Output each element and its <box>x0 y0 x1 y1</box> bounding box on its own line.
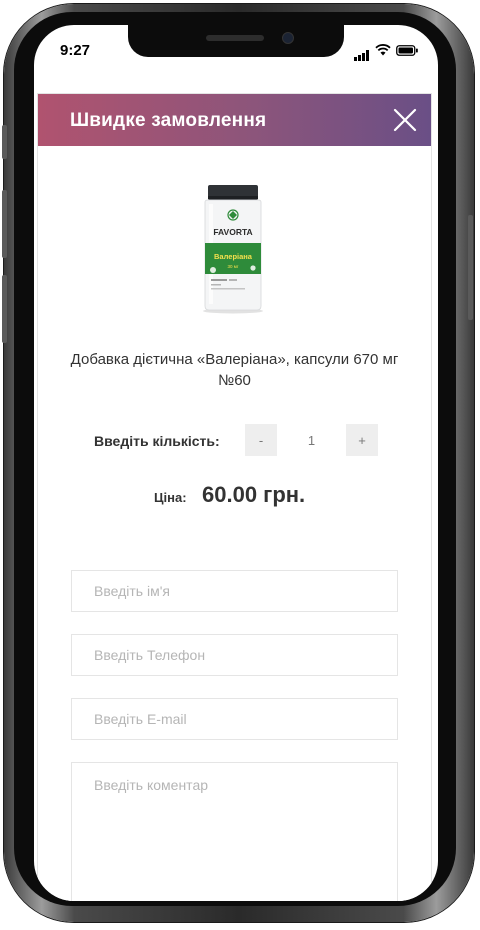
price-label: Ціна: <box>154 490 187 505</box>
status-icons <box>354 43 418 61</box>
phone-notch <box>128 25 344 57</box>
email-field[interactable] <box>71 698 398 740</box>
product-name: Добавка дієтична «Валеріана», капсули 67… <box>70 351 399 389</box>
modal-header: Швидке замовлення <box>38 94 431 146</box>
volume-up-button <box>2 190 7 258</box>
product-image-sublabel: 30 мг <box>228 264 239 269</box>
wifi-icon <box>375 43 391 61</box>
product-image: FAVORTA Валеріана 30 мг <box>199 184 267 314</box>
volume-down-button <box>2 275 7 343</box>
power-button <box>468 215 473 320</box>
earpiece-speaker <box>206 35 264 41</box>
product-image-brand: FAVORTA <box>213 227 252 237</box>
phone-field[interactable] <box>71 634 398 676</box>
phone-screen: 9:27 Швидке замовлення FAVORTA Валеріана… <box>34 25 438 901</box>
quantity-increase-button[interactable]: + <box>346 424 378 456</box>
close-icon[interactable] <box>393 108 417 132</box>
product-image-label: Валеріана <box>214 252 253 261</box>
name-field[interactable] <box>71 570 398 612</box>
price-value: 60.00 грн. <box>202 482 306 507</box>
quantity-decrease-button[interactable]: - <box>245 424 277 456</box>
comment-field[interactable] <box>71 762 398 901</box>
signal-icon <box>354 50 370 61</box>
front-camera <box>282 32 294 44</box>
silent-switch <box>2 125 7 159</box>
modal-title: Швидке замовлення <box>70 110 267 131</box>
battery-icon <box>396 43 418 61</box>
quantity-stepper: - 1 + <box>245 424 378 456</box>
quick-order-modal: Швидке замовлення FAVORTA Валеріана 30 м… <box>38 94 431 901</box>
status-time: 9:27 <box>60 42 91 59</box>
quantity-label: Введіть кількість: <box>94 433 220 449</box>
quantity-input[interactable]: 1 <box>277 424 346 456</box>
